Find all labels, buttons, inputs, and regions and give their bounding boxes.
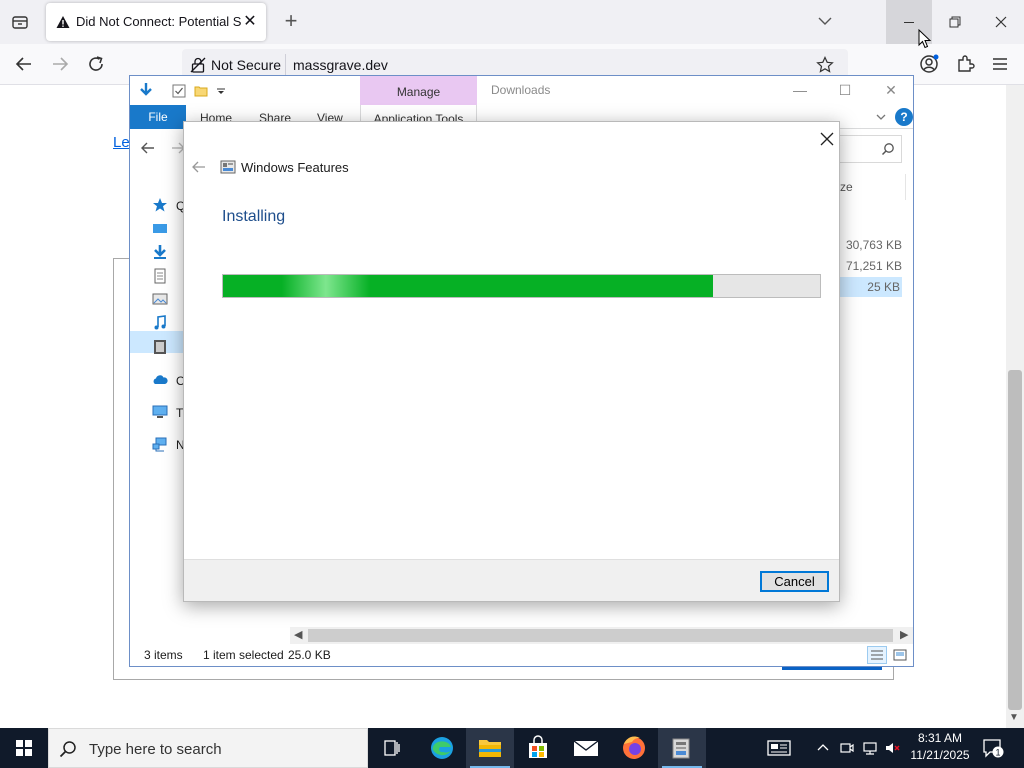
customize-qat-icon[interactable] [214, 84, 228, 98]
url-divider [285, 54, 286, 76]
horizontal-scrollbar-thumb[interactable] [308, 629, 893, 642]
bookmark-star-icon[interactable] [816, 56, 834, 74]
new-folder-icon[interactable] [194, 84, 208, 98]
cloud-icon [153, 375, 168, 384]
tab-title: Did Not Connect: Potential Security Issu… [76, 14, 242, 29]
reload-icon[interactable] [84, 52, 108, 76]
account-icon[interactable] [917, 52, 941, 76]
chevron-down-icon[interactable] [816, 12, 834, 30]
explorer-window-title: Downloads [491, 83, 551, 97]
status-item-count: 3 items [144, 648, 183, 662]
scroll-down-arrow-icon[interactable]: ▼ [1009, 712, 1021, 724]
downloads-arrow-icon [138, 82, 154, 98]
close-tab-icon[interactable]: ✕ [240, 12, 260, 32]
warning-icon [56, 15, 70, 29]
mail-icon[interactable] [562, 728, 610, 768]
chevron-up-icon[interactable] [815, 740, 831, 756]
file-explorer-icon[interactable] [466, 728, 514, 768]
volume-muted-icon[interactable] [884, 740, 900, 756]
search-placeholder: Type here to search [89, 741, 222, 758]
ribbon-tab-file[interactable]: File [130, 105, 186, 129]
taskbar-clock[interactable]: 8:31 AM 11/21/2025 [900, 730, 980, 764]
page-link[interactable]: Le [113, 134, 130, 151]
cancel-button[interactable]: Cancel [760, 571, 829, 592]
browser-tab[interactable]: Did Not Connect: Potential Security Issu… [46, 3, 266, 41]
status-selected-size: 25.0 KB [288, 648, 331, 662]
desktop-icon [153, 224, 167, 233]
page-scrollbar-thumb[interactable] [1008, 370, 1022, 710]
dialog-footer: Cancel [184, 559, 839, 601]
column-divider [905, 174, 906, 200]
windows-features-dialog: Windows Features Installing Cancel [183, 121, 840, 602]
network-icon [152, 437, 167, 452]
size-column-header[interactable]: ze [840, 180, 853, 194]
hamburger-menu-icon[interactable] [988, 52, 1012, 76]
dialog-title: Windows Features [241, 160, 349, 175]
install-progress-fill [223, 275, 713, 297]
news-widget-icon[interactable] [756, 728, 804, 768]
properties-icon[interactable] [172, 84, 186, 98]
videos-icon [154, 340, 166, 354]
taskbar: Type here to search 8:31 AM 11/21/2025 1 [0, 728, 1024, 768]
notification-count: 1 [995, 748, 1000, 758]
clock-time: 8:31 AM [917, 731, 963, 745]
mouse-cursor-icon [918, 28, 932, 49]
computer-icon [152, 405, 168, 418]
file-size: 71,251 KB [845, 259, 902, 273]
star-icon [153, 198, 167, 212]
horizontal-scrollbar[interactable]: ◀ ▶ [290, 627, 913, 644]
task-view-icon[interactable] [368, 728, 416, 768]
extensions-icon[interactable] [953, 52, 977, 76]
dialog-back-arrow-icon[interactable] [192, 160, 206, 174]
restore-button[interactable] [932, 0, 978, 44]
clock-date: 11/21/2025 [910, 748, 970, 762]
music-icon [154, 315, 166, 330]
windows-logo-icon [16, 740, 32, 756]
scroll-left-arrow-icon[interactable]: ◀ [294, 628, 302, 641]
file-size-selected[interactable]: 25 KB [830, 277, 902, 297]
search-icon [59, 740, 77, 758]
search-icon [881, 143, 894, 156]
explorer-title-bar: Manage Downloads — ☐ ✕ [130, 76, 913, 105]
explorer-minimize-button[interactable]: — [790, 80, 810, 100]
browser-tab-bar: Did Not Connect: Potential Security Issu… [0, 0, 1024, 44]
microsoft-store-icon[interactable] [514, 728, 562, 768]
start-button[interactable] [0, 728, 48, 768]
close-window-button[interactable] [978, 0, 1024, 44]
explorer-close-button[interactable]: ✕ [881, 80, 901, 100]
install-progress-bar [222, 274, 821, 298]
explorer-search-box[interactable] [830, 135, 902, 163]
windows-features-taskbar-icon[interactable] [658, 728, 706, 768]
explorer-maximize-button[interactable]: ☐ [835, 80, 855, 100]
edge-icon[interactable] [418, 728, 466, 768]
file-size: 30,763 KB [845, 238, 902, 252]
manage-contextual-tab[interactable]: Manage [360, 76, 477, 105]
network-status-icon[interactable] [862, 740, 878, 756]
firefox-icon[interactable] [610, 728, 658, 768]
list-all-tabs-icon[interactable] [8, 10, 32, 34]
help-icon[interactable]: ? [895, 108, 913, 126]
meet-now-icon[interactable] [839, 740, 855, 756]
status-selected: 1 item selected [203, 648, 284, 662]
dialog-close-button[interactable] [816, 128, 838, 150]
pictures-icon [152, 293, 168, 305]
expand-ribbon-icon[interactable] [875, 111, 887, 123]
installing-heading: Installing [222, 208, 286, 225]
details-view-button[interactable] [867, 646, 887, 664]
new-tab-icon[interactable]: + [280, 10, 302, 32]
not-secure-label[interactable]: Not Secure [211, 57, 281, 73]
windows-features-icon [220, 159, 236, 175]
large-icons-view-button[interactable] [890, 646, 910, 664]
downloads-icon [154, 245, 166, 259]
scroll-right-arrow-icon[interactable]: ▶ [900, 628, 908, 641]
url-text[interactable]: massgrave.dev [293, 57, 388, 73]
insecure-lock-icon[interactable] [190, 57, 206, 73]
document-icon [154, 268, 166, 284]
back-arrow-icon[interactable] [12, 52, 36, 76]
notification-center-icon[interactable]: 1 [982, 738, 1004, 758]
explorer-status-bar: 3 items 1 item selected 25.0 KB [130, 644, 913, 666]
forward-arrow-icon[interactable] [48, 52, 72, 76]
explorer-back-icon[interactable] [140, 140, 156, 156]
taskbar-search-box[interactable]: Type here to search [48, 728, 368, 768]
